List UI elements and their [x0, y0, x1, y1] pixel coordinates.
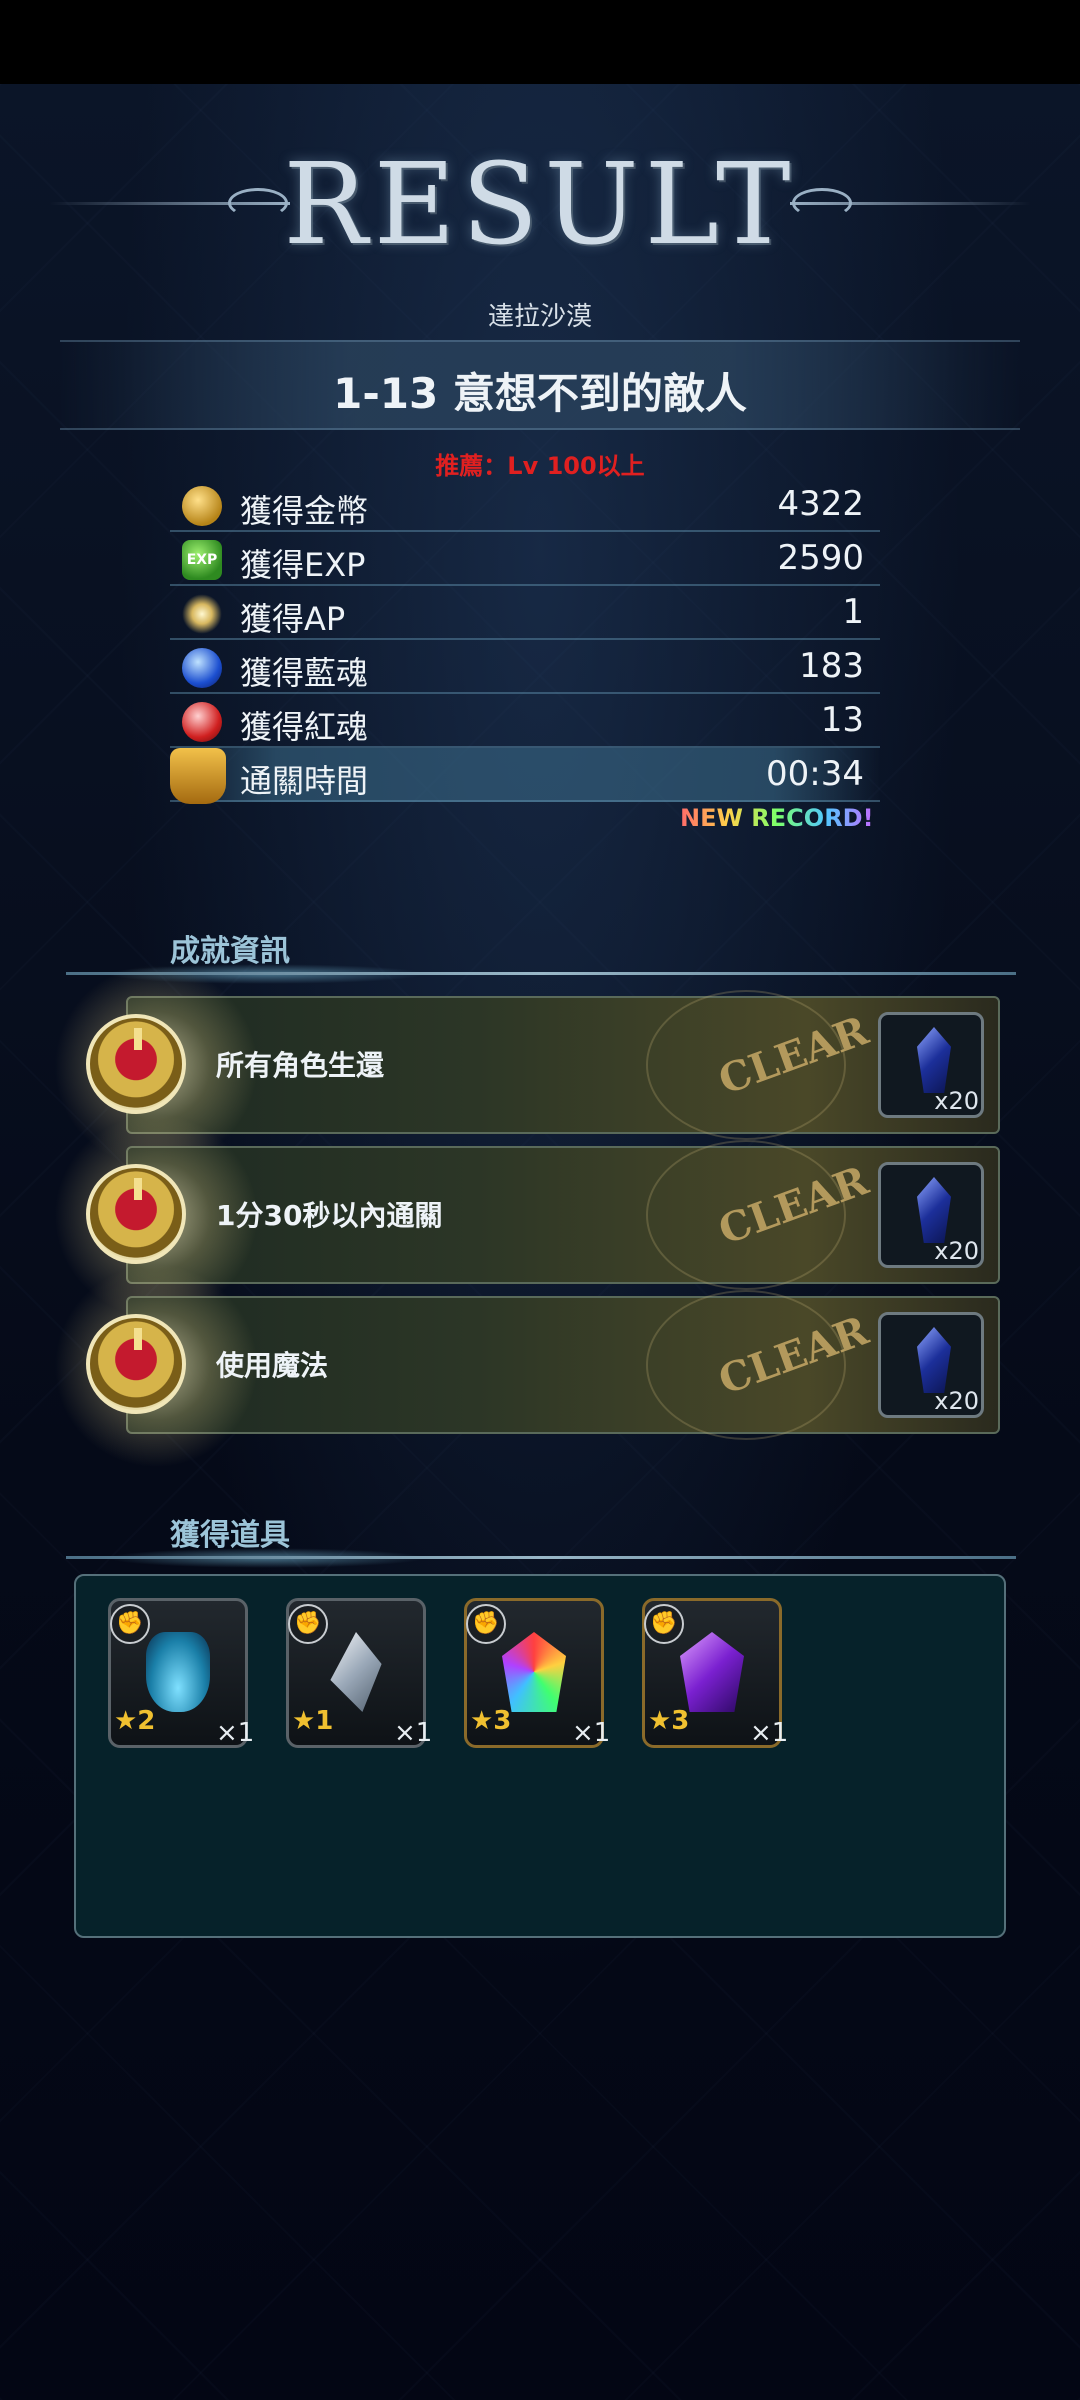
new-record-badge: NEW RECORD!: [680, 804, 874, 832]
item-slot[interactable]: ✊ ★3 ×1: [454, 1598, 624, 1748]
item-rarity: ★3: [470, 1706, 512, 1736]
strength-icon: ✊: [110, 1604, 150, 1644]
result-header: RESULT: [0, 140, 1080, 270]
exp-icon: EXP: [182, 540, 222, 580]
reward-value: 183: [799, 646, 864, 686]
header-divider: [66, 1556, 1016, 1559]
item-slot[interactable]: ✊ ★2 ×1: [98, 1598, 268, 1748]
reward-value: 13: [820, 700, 864, 740]
reward-value: 1: [842, 592, 864, 632]
ap-sparkle-icon: [182, 594, 222, 634]
items-title: 獲得道具: [170, 1518, 290, 1553]
item-slot[interactable]: ✊ ★1 ×1: [276, 1598, 446, 1748]
item-rarity: ★3: [648, 1706, 690, 1736]
achievement-reward[interactable]: x20: [878, 1312, 984, 1418]
strength-icon: ✊: [466, 1604, 506, 1644]
item-count: ×1: [216, 1718, 255, 1748]
blue-crystal-icon: [917, 1177, 951, 1243]
reward-value: 00:34: [766, 754, 864, 794]
red-soul-icon: [182, 702, 222, 742]
achievement-label: 1分30秒以內通關: [216, 1199, 443, 1232]
item-count: ×1: [394, 1718, 433, 1748]
blue-crystal-icon: [917, 1327, 951, 1393]
blue-crystal-icon: [917, 1027, 951, 1093]
achievement-reward[interactable]: x20: [878, 1162, 984, 1268]
item-rarity: ★1: [292, 1706, 334, 1736]
crown-icon: [86, 1164, 186, 1264]
reward-label: 獲得EXP: [240, 546, 366, 584]
reward-row-red-soul: 獲得紅魂 13: [170, 694, 880, 748]
reward-row-blue-soul: 獲得藍魂 183: [170, 640, 880, 694]
reward-row-ap: 獲得AP 1: [170, 586, 880, 640]
crown-icon: [86, 1014, 186, 1114]
reward-quantity: x20: [934, 1237, 979, 1265]
reward-label: 通關時間: [240, 762, 369, 800]
status-bar: [0, 0, 1080, 84]
achievement-label: 使用魔法: [216, 1349, 329, 1382]
item-count: ×1: [572, 1718, 611, 1748]
blue-soul-icon: [182, 648, 222, 688]
result-title: RESULT: [283, 140, 797, 270]
area-name: 達拉沙漠: [487, 302, 592, 332]
reward-row-gold: 獲得金幣 4322: [170, 478, 880, 532]
reward-label: 獲得藍魂: [240, 654, 369, 692]
strength-icon: ✊: [288, 1604, 328, 1644]
gold-coin-icon: [182, 486, 222, 526]
reward-label: 獲得AP: [240, 600, 346, 638]
achievement-reward[interactable]: x20: [878, 1012, 984, 1118]
crown-icon: [86, 1314, 186, 1414]
reward-row-exp: EXP 獲得EXP 2590: [170, 532, 880, 586]
items-header: 獲得道具: [66, 1510, 1016, 1570]
item-count: ×1: [750, 1718, 789, 1748]
recommended-level: 推薦：Lv 100以上: [435, 452, 645, 480]
item-rarity: ★2: [114, 1706, 156, 1736]
reward-quantity: x20: [934, 1087, 979, 1115]
reward-value: 2590: [777, 538, 864, 578]
stage-name: 1-13 意想不到的敵人: [333, 369, 747, 418]
trophy-icon: [170, 748, 226, 804]
achievement-label: 所有角色生還: [216, 1049, 385, 1082]
achievement-item: 使用魔法 CLEAR x20: [46, 1256, 1000, 1476]
reward-row-clear-time: 通關時間 00:34: [170, 748, 880, 804]
obtained-items-panel: ✊ ★2 ×1 ✊ ★1 ×1 ✊ ★3 ×1 ✊ ★3 ×1: [74, 1574, 1006, 1938]
reward-quantity: x20: [934, 1387, 979, 1415]
item-slot[interactable]: ✊ ★3 ×1: [632, 1598, 802, 1748]
reward-label: 獲得金幣: [240, 492, 369, 530]
reward-label: 獲得紅魂: [240, 708, 369, 746]
potion-bottle-icon: [146, 1632, 210, 1712]
strength-icon: ✊: [644, 1604, 684, 1644]
reward-value: 4322: [777, 484, 864, 524]
